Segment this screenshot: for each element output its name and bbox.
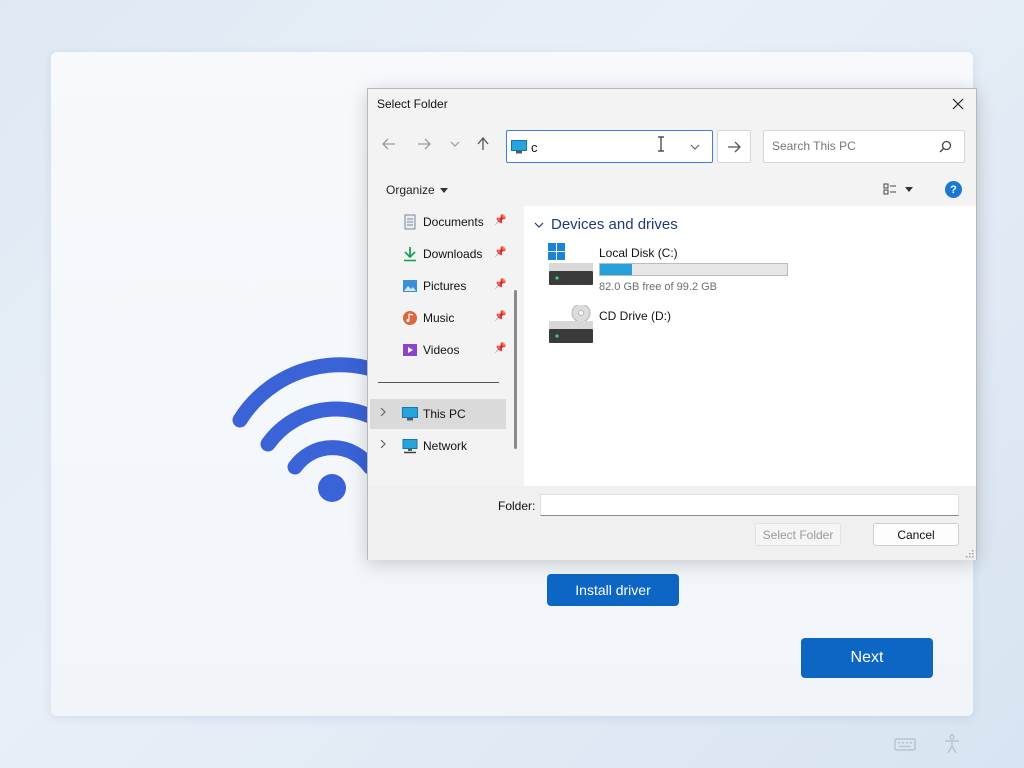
devices-and-drives-header[interactable]: Devices and drives	[534, 216, 678, 233]
network-icon	[402, 439, 418, 454]
drive-local-disk-c[interactable]: Local Disk (C:) 82.0 GB free of 99.2 GB	[548, 242, 808, 298]
nav-item-pictures[interactable]: Pictures 📌	[370, 271, 506, 301]
accessibility-icon[interactable]	[942, 734, 962, 754]
navigation-pane: Documents 📌 Downloads 📌 Pictures 📌 Music…	[368, 206, 518, 486]
navigation-bar: c	[368, 125, 976, 165]
keyboard-icon[interactable]	[894, 734, 916, 754]
help-button[interactable]: ?	[945, 181, 962, 198]
nav-item-network[interactable]: Network	[370, 431, 506, 461]
pin-icon: 📌	[494, 247, 507, 258]
expand-chevron-icon[interactable]	[380, 407, 386, 420]
search-input[interactable]	[772, 139, 932, 153]
dialog-footer: Folder: Select Folder Cancel	[368, 486, 976, 560]
command-bar: Organize ?	[368, 177, 976, 205]
drive-name: Local Disk (C:)	[599, 246, 678, 260]
pin-icon: 📌	[494, 215, 507, 226]
dropdown-caret-icon	[905, 186, 913, 192]
cancel-button[interactable]: Cancel	[873, 523, 959, 546]
address-input[interactable]: c	[531, 140, 538, 155]
address-dropdown-chevron-icon[interactable]	[690, 139, 700, 155]
nav-item-label: Downloads	[423, 247, 483, 261]
group-header-label: Devices and drives	[551, 216, 678, 233]
recent-locations-chevron-icon[interactable]	[446, 135, 464, 153]
pin-icon: 📌	[494, 343, 507, 354]
drive-name: CD Drive (D:)	[599, 309, 671, 323]
nav-item-label: Pictures	[423, 279, 467, 293]
organize-menu[interactable]: Organize	[386, 183, 448, 197]
videos-icon	[403, 344, 417, 356]
resize-grip-icon[interactable]	[964, 548, 974, 558]
nav-item-downloads[interactable]: Downloads 📌	[370, 239, 506, 269]
install-driver-button[interactable]: Install driver	[547, 574, 679, 606]
downloads-icon	[404, 247, 416, 262]
cd-drive-icon	[549, 305, 593, 343]
content-pane: Devices and drives Local Disk (C:) 82.0 …	[524, 206, 976, 486]
nav-item-documents[interactable]: Documents 📌	[370, 207, 506, 237]
pin-icon: 📌	[494, 279, 507, 290]
text-cursor-icon	[658, 136, 664, 152]
search-box[interactable]	[763, 130, 965, 163]
folder-input[interactable]	[540, 494, 959, 516]
drive-cd-d[interactable]: CD Drive (D:)	[548, 305, 808, 361]
close-icon[interactable]	[946, 93, 970, 115]
music-icon	[403, 311, 417, 325]
arrow-right-icon	[728, 141, 741, 152]
search-icon[interactable]	[939, 140, 952, 153]
go-button[interactable]	[717, 130, 751, 163]
dialog-titlebar: Select Folder	[368, 89, 976, 119]
pictures-icon	[403, 280, 417, 292]
drive-usage-bar	[599, 263, 788, 276]
nav-pane-scrollbar[interactable]	[514, 290, 517, 449]
back-arrow-icon[interactable]	[380, 135, 398, 153]
next-button[interactable]: Next	[801, 638, 933, 678]
nav-divider	[378, 382, 499, 383]
address-bar[interactable]: c	[506, 130, 713, 163]
select-folder-dialog: Select Folder c Search This PC Organize …	[367, 88, 977, 560]
change-view-button[interactable]	[883, 183, 913, 195]
nav-item-label: Music	[423, 311, 455, 325]
this-pc-icon	[402, 407, 418, 421]
pin-icon: 📌	[494, 311, 507, 322]
local-disk-icon	[548, 243, 593, 285]
dropdown-caret-icon	[439, 187, 448, 193]
view-options-icon	[883, 183, 896, 195]
folder-label: Folder:	[498, 499, 536, 513]
collapse-chevron-icon	[534, 222, 544, 228]
drive-usage-fill	[600, 264, 633, 275]
nav-item-this-pc[interactable]: This PC	[370, 399, 506, 429]
nav-item-label: Network	[423, 439, 468, 453]
expand-chevron-icon[interactable]	[380, 439, 386, 452]
documents-icon	[404, 214, 416, 230]
nav-item-music[interactable]: Music 📌	[370, 303, 506, 333]
this-pc-icon	[511, 140, 527, 154]
forward-arrow-icon[interactable]	[415, 135, 433, 153]
organize-label: Organize	[386, 183, 435, 197]
nav-item-label: Documents	[423, 215, 484, 229]
nav-item-label: This PC	[423, 407, 466, 421]
up-arrow-icon[interactable]	[474, 135, 492, 153]
dialog-title: Select Folder	[377, 97, 448, 111]
drive-free-space: 82.0 GB free of 99.2 GB	[599, 281, 718, 293]
nav-item-videos[interactable]: Videos 📌	[370, 335, 506, 365]
select-folder-button[interactable]: Select Folder	[755, 523, 841, 546]
nav-item-label: Videos	[423, 343, 460, 357]
